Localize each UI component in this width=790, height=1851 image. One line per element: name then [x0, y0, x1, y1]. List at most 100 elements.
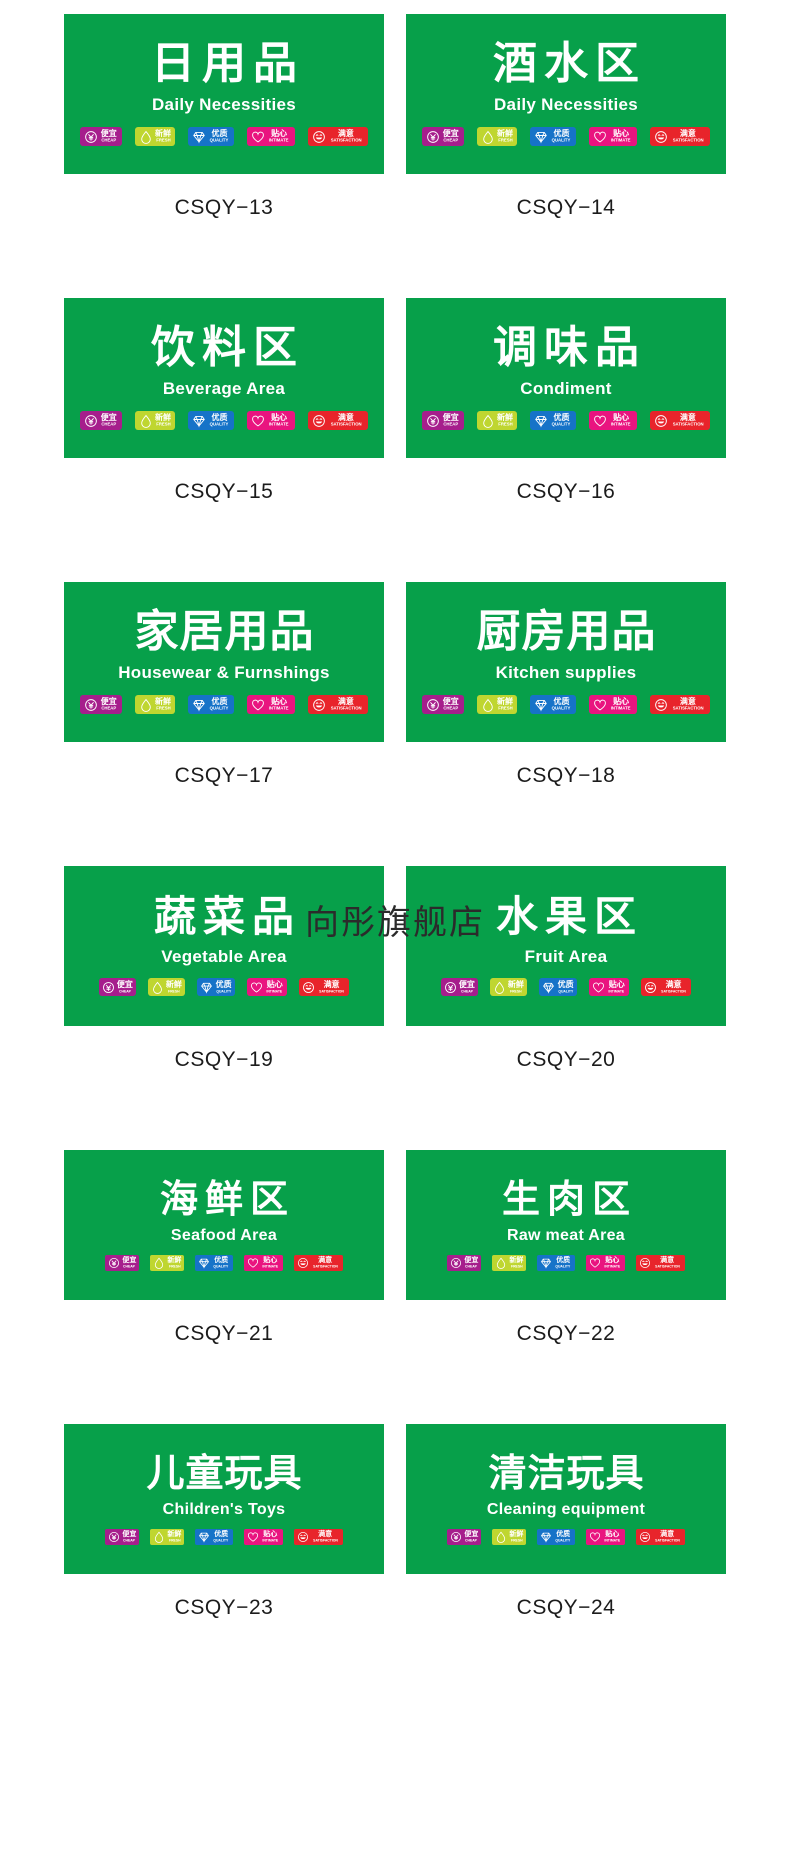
sign-row: 蔬菜品 Vegetable Area 便宜 CHEAP 新鲜 FRESH 优质 QUAL… — [0, 866, 790, 1072]
badge-label-cn: 贴心 — [613, 128, 630, 138]
badge-label-cn: 满意 — [679, 696, 696, 706]
diamond-icon — [199, 1532, 210, 1543]
sign-row: 家居用品 Housewear & Furnshings 便宜 CHEAP 新鲜 FRE… — [0, 582, 790, 788]
badge-text: 新鲜 FRESH — [497, 129, 514, 144]
yen-coin-icon — [450, 1531, 462, 1543]
sign-cell[interactable]: 酒水区 Daily Necessities 便宜 CHEAP 新鲜 FRESH 优质 Q… — [406, 14, 726, 220]
badge-cheap: 便宜 CHEAP — [105, 1254, 140, 1271]
sign-code-caption: CSQY−19 — [174, 1048, 274, 1071]
badge-satisfaction: 满意 SATISFACTION — [293, 1528, 343, 1545]
quality-badge-row: 便宜 CHEAP 新鲜 FRESH 优质 QUALITY 贴心 INTIMATE 满意 S… — [80, 127, 368, 146]
badge-label-en: QUALITY — [555, 1537, 571, 1542]
area-sign[interactable]: 蔬菜品 Vegetable Area 便宜 CHEAP 新鲜 FRESH 优质 QUAL… — [64, 866, 384, 1026]
heart-icon — [251, 130, 265, 144]
badge-text: 满意 SATISFACTION — [317, 980, 346, 994]
badge-label-en: FRESH — [155, 705, 171, 711]
badge-text: 贴心 INTIMATE — [603, 1256, 622, 1269]
badge-quality: 优质 QUALITY — [195, 1528, 233, 1545]
sign-code-caption: CSQY−15 — [174, 480, 274, 503]
smiley-icon — [297, 1531, 309, 1543]
badge-label-cn: 便宜 — [122, 1255, 137, 1264]
diamond-icon — [535, 415, 548, 428]
area-sign[interactable]: 清洁玩具 Cleaning equipment 便宜 CHEAP 新鲜 FRESH 优… — [406, 1424, 726, 1574]
badge-text: 便宜 CHEAP — [464, 1256, 478, 1269]
badge-intimate: 贴心 INTIMATE — [589, 127, 637, 146]
badge-label-cn: 贴心 — [605, 1529, 620, 1538]
badge-quality: 优质 QUALITY — [537, 1528, 575, 1545]
badge-text: 便宜 CHEAP — [100, 129, 118, 144]
diamond-icon — [535, 699, 548, 712]
water-drop-icon — [497, 1531, 506, 1543]
badge-quality: 优质 QUALITY — [538, 978, 578, 996]
sign-content: 家居用品 Housewear & Furnshings 便宜 CHEAP 新鲜 FRE… — [64, 610, 384, 714]
badge-text: 便宜 CHEAP — [464, 1530, 478, 1543]
sign-cell[interactable]: 日用品 Daily Necessities 便宜 CHEAP 新鲜 FRESH 优质 Q… — [64, 14, 384, 220]
badge-text: 贴心 INTIMATE — [609, 697, 632, 712]
area-sign[interactable]: 水果区 Fruit Area 便宜 CHEAP 新鲜 FRESH 优质 QUALITY … — [406, 866, 726, 1026]
sign-cell[interactable]: 厨房用品 Kitchen supplies 便宜 CHEAP 新鲜 FRESH 优质 Q… — [406, 582, 726, 788]
area-sign[interactable]: 生肉区 Raw meat Area 便宜 CHEAP 新鲜 FRESH 优质 QUALI… — [406, 1150, 726, 1300]
heart-icon — [247, 1257, 258, 1268]
badge-fresh: 新鲜 FRESH — [476, 695, 518, 714]
diamond-icon — [192, 698, 206, 712]
area-sign[interactable]: 海鲜区 Seafood Area 便宜 CHEAP 新鲜 FRESH 优质 QUALIT… — [64, 1150, 384, 1300]
sign-title-en: Children's Toys — [162, 1500, 286, 1518]
badge-satisfaction: 满意 SATISFACTION — [307, 695, 368, 714]
sign-cell[interactable]: 饮料区 Beverage Area 便宜 CHEAP 新鲜 FRESH 优质 QUALI… — [64, 298, 384, 504]
area-sign[interactable]: 饮料区 Beverage Area 便宜 CHEAP 新鲜 FRESH 优质 QUALI… — [64, 298, 384, 458]
badge-cheap: 便宜 CHEAP — [80, 695, 122, 714]
heart-icon — [252, 699, 265, 710]
badge-label-cn: 优质 — [214, 1255, 229, 1264]
badge-text: 贴心 INTIMATE — [607, 980, 626, 994]
area-sign[interactable]: 调味品 Condiment 便宜 CHEAP 新鲜 FRESH 优质 QUALITY 贴… — [406, 298, 726, 458]
smiley-icon — [654, 414, 668, 428]
sign-content: 厨房用品 Kitchen supplies 便宜 CHEAP 新鲜 FRESH 优质 Q… — [406, 610, 726, 714]
yen-coin-icon — [426, 414, 440, 428]
badge-intimate: 贴心 INTIMATE — [247, 411, 295, 430]
badge-label-en: SATISFACTION — [330, 137, 362, 143]
sign-title-cn: 清洁玩具 — [488, 1450, 645, 1495]
badge-text: 贴心 INTIMATE — [609, 128, 632, 144]
badge-label-cn: 贴心 — [271, 696, 288, 706]
badge-satisfaction: 满意 SATISFACTION — [641, 978, 692, 996]
badge-satisfaction: 满意 SATISFACTION — [635, 1528, 685, 1545]
diamond-icon — [192, 130, 206, 144]
badge-text: 优质 QUALITY — [554, 1530, 572, 1543]
area-sign[interactable]: 儿童玩具 Children's Toys 便宜 CHEAP 新鲜 FRESH 优质 QU… — [64, 1424, 384, 1574]
diamond-icon — [541, 1258, 552, 1269]
sign-cell[interactable]: 清洁玩具 Cleaning equipment 便宜 CHEAP 新鲜 FRESH 优… — [406, 1424, 726, 1620]
sign-title-cn: 日用品 — [151, 38, 304, 89]
area-sign[interactable]: 酒水区 Daily Necessities 便宜 CHEAP 新鲜 FRESH 优质 Q… — [406, 14, 726, 174]
area-sign[interactable]: 家居用品 Housewear & Furnshings 便宜 CHEAP 新鲜 FRE… — [64, 582, 384, 742]
heart-icon — [589, 1531, 600, 1542]
sign-cell[interactable]: 蔬菜品 Vegetable Area 便宜 CHEAP 新鲜 FRESH 优质 QUAL… — [64, 866, 384, 1072]
area-sign[interactable]: 厨房用品 Kitchen supplies 便宜 CHEAP 新鲜 FRESH 优质 Q… — [406, 582, 726, 742]
badge-text: 贴心 INTIMATE — [261, 1530, 280, 1543]
sign-cell[interactable]: 生肉区 Raw meat Area 便宜 CHEAP 新鲜 FRESH 优质 QUALI… — [406, 1150, 726, 1346]
badge-quality: 优质 QUALITY — [530, 695, 577, 714]
badge-label-en: CHEAP — [465, 1537, 478, 1542]
sign-cell[interactable]: 海鲜区 Seafood Area 便宜 CHEAP 新鲜 FRESH 优质 QUALIT… — [64, 1150, 384, 1346]
sign-cell[interactable]: 家居用品 Housewear & Furnshings 便宜 CHEAP 新鲜 FRE… — [64, 582, 384, 788]
badge-label-cn: 新鲜 — [509, 1255, 524, 1264]
sign-title-cn: 厨房用品 — [476, 606, 657, 657]
badge-label-en: QUALITY — [552, 705, 571, 711]
badge-text: 优质 QUALITY — [550, 413, 572, 428]
badge-label-en: SATISFACTION — [319, 988, 344, 993]
badge-label-cn: 新鲜 — [167, 1529, 182, 1538]
area-sign[interactable]: 日用品 Daily Necessities 便宜 CHEAP 新鲜 FRESH 优质 Q… — [64, 14, 384, 174]
badge-label-en: QUALITY — [210, 421, 229, 427]
badge-label-en: CHEAP — [465, 1263, 478, 1268]
diamond-icon — [193, 415, 206, 428]
sign-cell[interactable]: 调味品 Condiment 便宜 CHEAP 新鲜 FRESH 优质 QUALITY 贴… — [406, 298, 726, 504]
badge-label-en: INTIMATE — [262, 1537, 279, 1542]
badge-label-en: INTIMATE — [266, 988, 283, 993]
heart-icon — [593, 414, 607, 428]
sign-content: 海鲜区 Seafood Area 便宜 CHEAP 新鲜 FRESH 优质 QUALIT… — [64, 1180, 384, 1271]
sign-cell[interactable]: 儿童玩具 Children's Toys 便宜 CHEAP 新鲜 FRESH 优质 QU… — [64, 1424, 384, 1620]
heart-icon — [593, 982, 605, 993]
sign-cell[interactable]: 水果区 Fruit Area 便宜 CHEAP 新鲜 FRESH 优质 QUALITY … — [406, 866, 726, 1072]
diamond-icon — [192, 414, 206, 428]
badge-fresh: 新鲜 FRESH — [134, 695, 176, 714]
heart-icon — [594, 415, 607, 426]
